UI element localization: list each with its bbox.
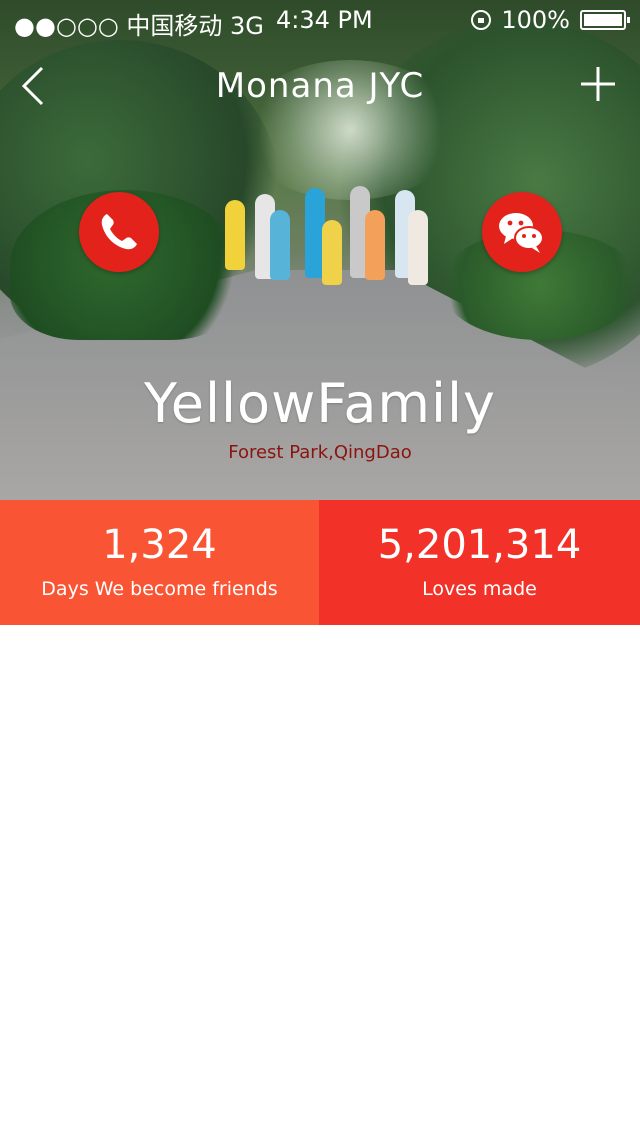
group-photo-people bbox=[210, 180, 455, 310]
stat-value: 5,201,314 bbox=[377, 522, 582, 568]
plus-icon bbox=[581, 67, 615, 101]
location-label: Forest Park,QingDao bbox=[228, 442, 412, 463]
add-button[interactable] bbox=[578, 64, 618, 104]
status-time: 4:34 PM bbox=[276, 6, 373, 34]
battery-percent: 100% bbox=[501, 6, 570, 34]
stat-loves-made: 5,201,314 Loves made bbox=[319, 500, 640, 625]
status-right: 100% bbox=[471, 6, 630, 34]
stats-bar: 1,324 Days We become friends 5,201,314 L… bbox=[0, 500, 640, 625]
page-title: Monana JYC bbox=[215, 66, 425, 106]
rotation-lock-icon bbox=[471, 10, 492, 30]
wechat-button[interactable] bbox=[482, 192, 562, 272]
stat-label: Days We become friends bbox=[41, 578, 278, 600]
carrier-signal: ●●○○○ 中国移动 3G bbox=[14, 12, 264, 40]
battery-icon bbox=[580, 10, 630, 30]
empty-content-area bbox=[0, 625, 640, 1136]
phone-icon bbox=[101, 214, 137, 250]
stat-days-friends: 1,324 Days We become friends bbox=[0, 500, 319, 625]
stat-label: Loves made bbox=[422, 578, 537, 600]
group-name: YellowFamily bbox=[143, 372, 496, 435]
wechat-icon bbox=[499, 213, 544, 253]
status-bar: ●●○○○ 中国移动 3G 4:34 PM 100% bbox=[0, 0, 640, 40]
call-button[interactable] bbox=[79, 192, 159, 272]
stat-value: 1,324 bbox=[102, 522, 217, 568]
